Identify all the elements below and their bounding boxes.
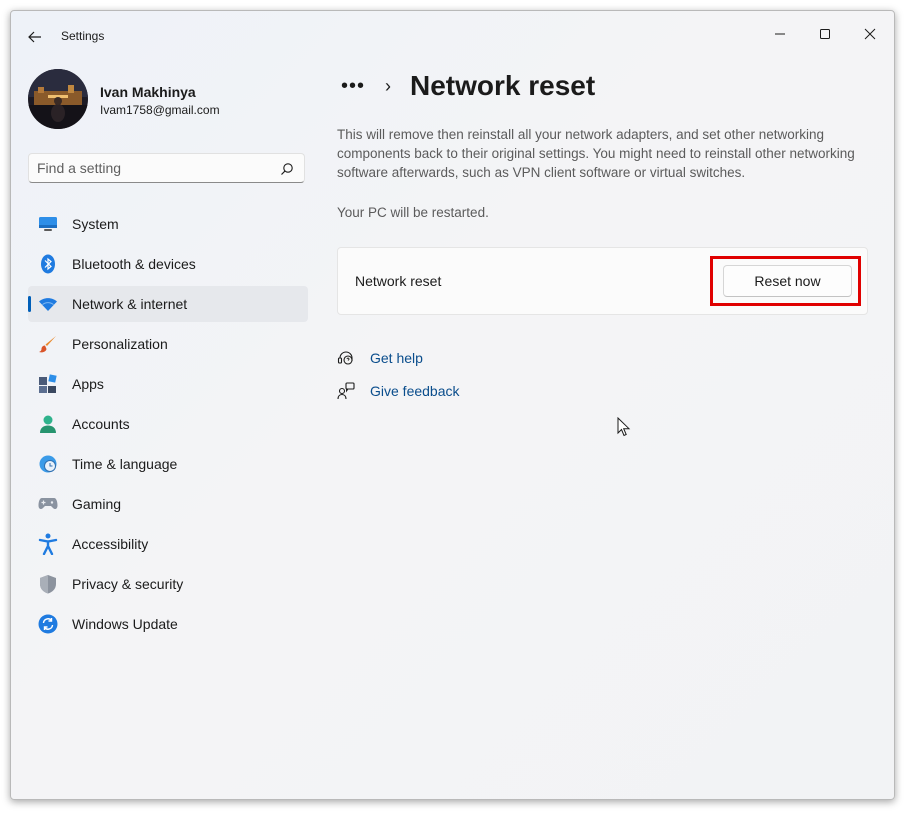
sidebar-item-label: Time & language xyxy=(72,456,178,472)
sidebar-item-system[interactable]: System xyxy=(28,206,308,242)
bluetooth-icon xyxy=(38,254,58,274)
give-feedback-label: Give feedback xyxy=(370,383,460,399)
apps-icon xyxy=(38,374,58,394)
breadcrumb-more-button[interactable]: ••• xyxy=(341,75,365,98)
sidebar-item-label: System xyxy=(72,216,119,232)
settings-window: Settings Ivan Makhinya Ivam1758@gmail.co… xyxy=(10,10,895,800)
app-title: Settings xyxy=(61,29,105,43)
avatar-photo-icon xyxy=(28,69,88,129)
gamepad-icon xyxy=(38,494,58,514)
sidebar-item-label: Accessibility xyxy=(72,536,149,552)
minimize-icon xyxy=(775,33,785,35)
search-icon[interactable] xyxy=(280,162,294,176)
accessibility-icon xyxy=(38,533,58,555)
minimize-button[interactable] xyxy=(757,19,803,49)
sidebar-item-windows-update[interactable]: Windows Update xyxy=(28,606,308,642)
sidebar-item-label: Gaming xyxy=(72,496,122,512)
avatar[interactable] xyxy=(28,69,88,129)
back-arrow-icon xyxy=(28,31,41,43)
sidebar-item-label: Apps xyxy=(72,376,104,392)
wifi-icon xyxy=(38,294,58,314)
reset-description: This will remove then reinstall all your… xyxy=(337,127,855,180)
sidebar-item-label: Privacy & security xyxy=(72,576,184,592)
get-help-label: Get help xyxy=(370,350,423,366)
sidebar-item-bluetooth[interactable]: Bluetooth & devices xyxy=(28,246,308,282)
breadcrumb-separator-icon: › xyxy=(385,76,391,96)
sidebar-item-personalization[interactable]: Personalization xyxy=(28,326,308,362)
sidebar-item-network[interactable]: Network & internet xyxy=(28,286,308,322)
feedback-icon xyxy=(337,382,355,400)
get-help-link[interactable]: Get help xyxy=(337,349,423,367)
sidebar-item-label: Personalization xyxy=(72,336,168,352)
network-reset-card: Network reset Reset now xyxy=(337,247,868,315)
system-icon xyxy=(38,214,58,234)
search-input[interactable] xyxy=(37,154,267,182)
sidebar-item-time-language[interactable]: Time & language xyxy=(28,446,308,482)
mouse-pointer-icon xyxy=(617,417,631,437)
user-name: Ivan Makhinya xyxy=(100,84,196,100)
user-email: Ivam1758@gmail.com xyxy=(100,103,220,117)
page-title: Network reset xyxy=(410,70,596,101)
restart-note: Your PC will be restarted. xyxy=(337,205,489,220)
help-icon xyxy=(337,349,355,367)
sidebar-item-accounts[interactable]: Accounts xyxy=(28,406,308,442)
close-icon xyxy=(864,28,876,40)
sidebar-item-label: Windows Update xyxy=(72,616,178,632)
maximize-icon xyxy=(820,29,830,39)
sidebar-item-label: Accounts xyxy=(72,416,130,432)
search-box[interactable] xyxy=(28,153,305,183)
sidebar-item-label: Network & internet xyxy=(72,296,188,312)
network-reset-label: Network reset xyxy=(355,273,442,289)
clock-globe-icon xyxy=(38,454,58,474)
person-icon xyxy=(38,414,58,434)
brush-icon xyxy=(38,334,58,354)
shield-icon xyxy=(38,574,58,594)
sidebar-item-label: Bluetooth & devices xyxy=(72,256,196,272)
sidebar-item-gaming[interactable]: Gaming xyxy=(28,486,308,522)
maximize-button[interactable] xyxy=(802,19,848,49)
give-feedback-link[interactable]: Give feedback xyxy=(337,382,460,400)
update-icon xyxy=(38,614,58,634)
close-button[interactable] xyxy=(847,19,893,49)
sidebar-nav: System Bluetooth & devices Network & int… xyxy=(28,206,308,646)
sidebar-item-apps[interactable]: Apps xyxy=(28,366,308,402)
sidebar-item-accessibility[interactable]: Accessibility xyxy=(28,526,308,562)
back-button[interactable] xyxy=(23,25,47,49)
reset-now-button[interactable]: Reset now xyxy=(723,265,852,297)
sidebar-item-privacy-security[interactable]: Privacy & security xyxy=(28,566,308,602)
